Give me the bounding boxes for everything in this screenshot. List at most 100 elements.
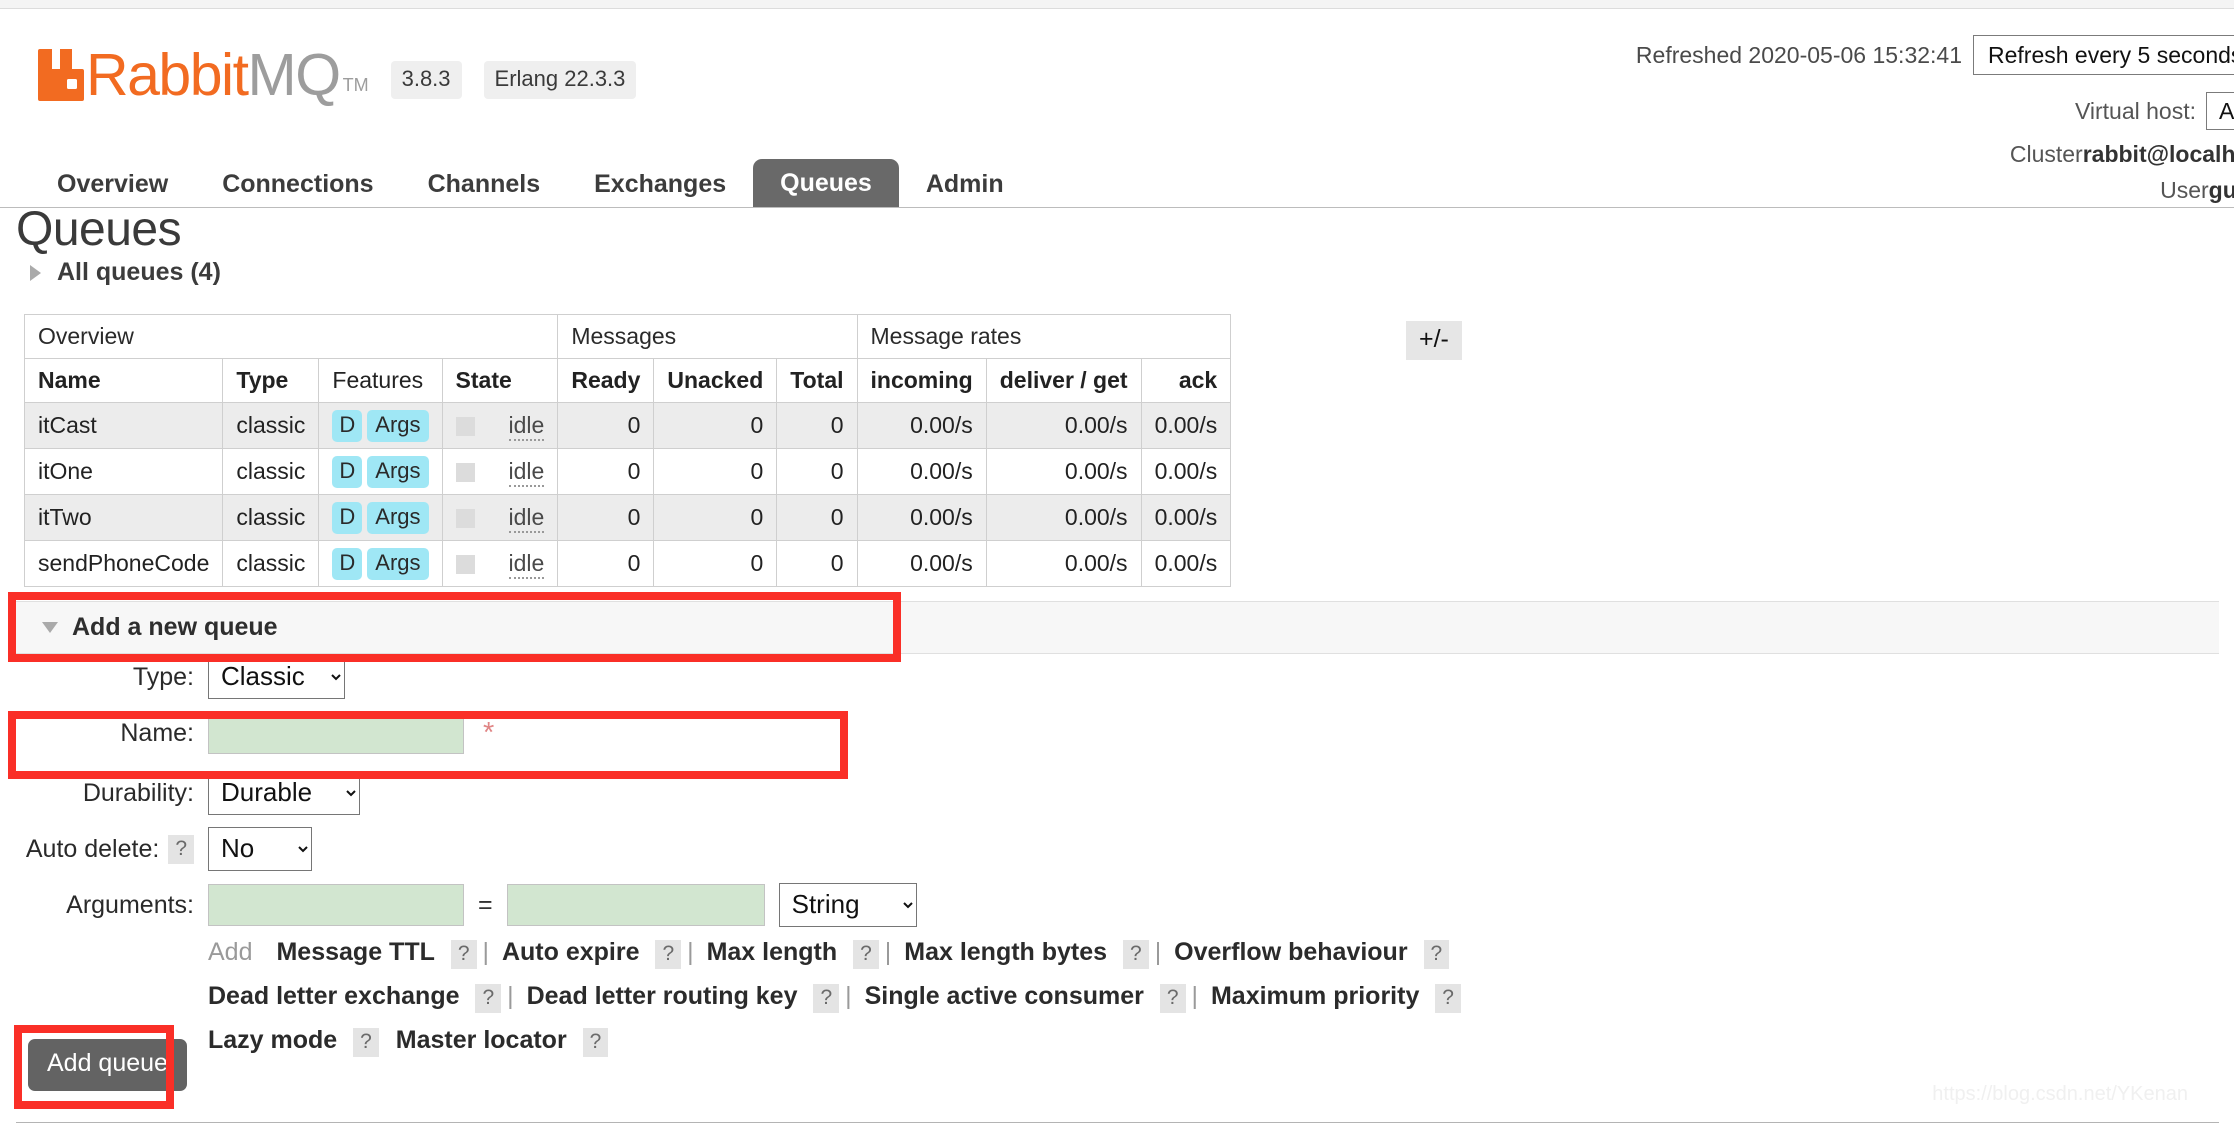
group-header-messages: Messages: [557, 314, 858, 359]
footer-divider: [16, 1122, 2219, 1123]
preset-message-ttl-help[interactable]: ?: [450, 940, 477, 969]
queue-incoming: 0.00/s: [856, 494, 987, 541]
form-row-name: Name: *: [0, 710, 2234, 756]
preset-overflow-behaviour-help[interactable]: ?: [1423, 940, 1450, 969]
column-toggle-button[interactable]: +/-: [1406, 321, 1462, 360]
state-label: idle: [508, 458, 545, 487]
form-row-autodelete: Auto delete: ? No: [0, 826, 2234, 872]
col-ack[interactable]: ack: [1140, 358, 1232, 403]
logo-text-rabbit: Rabbit: [86, 42, 249, 108]
refresh-interval-select[interactable]: Refresh every 5 seconds: [1973, 35, 2234, 75]
queue-deliver-get: 0.00/s: [985, 540, 1142, 587]
col-type[interactable]: Type: [222, 358, 320, 403]
col-deliver-get[interactable]: deliver / get: [985, 358, 1142, 403]
autodelete-label: Auto delete: ?: [0, 834, 208, 864]
chevron-down-icon: [42, 622, 58, 633]
preset-max-length-bytes-help[interactable]: ?: [1123, 940, 1149, 969]
queue-name[interactable]: itCast: [23, 402, 224, 449]
queues-table: Overview Messages Message rates Name Typ…: [23, 314, 1232, 587]
vhost-row: Virtual host: All: [1636, 92, 2234, 130]
queue-name[interactable]: itTwo: [23, 494, 224, 541]
logo-text-mq: MQ: [247, 42, 342, 108]
preset-max-length[interactable]: Max length: [707, 938, 838, 966]
name-label: Name:: [120, 718, 194, 747]
tab-connections[interactable]: Connections: [195, 162, 400, 207]
tab-overview[interactable]: Overview: [30, 162, 195, 207]
table-group-header-row: Overview Messages Message rates: [23, 314, 1232, 359]
queue-unacked: 0: [653, 494, 778, 541]
argument-value-input[interactable]: [506, 884, 765, 926]
queue-state: idle: [441, 494, 559, 541]
queue-ready: 0: [557, 494, 655, 541]
argument-type-select[interactable]: String: [778, 883, 917, 927]
queue-state: idle: [441, 540, 559, 587]
preset-dead-letter-exchange[interactable]: Dead letter exchange: [208, 982, 460, 1010]
queue-name-input[interactable]: [208, 712, 464, 754]
col-name[interactable]: Name: [23, 358, 224, 403]
preset-lazy-mode-help[interactable]: ?: [353, 1028, 379, 1057]
args-badge: Args: [367, 455, 429, 488]
table-column-header-row: Name Type Features State Ready Unacked T…: [23, 358, 1232, 403]
all-queues-toggle[interactable]: All queues (4): [30, 258, 221, 287]
version-badge: 3.8.3: [390, 61, 462, 99]
preset-dead-letter-routing-key-help[interactable]: ?: [813, 984, 840, 1013]
add-queue-button[interactable]: Add queue: [28, 1039, 187, 1091]
page-title: Queues: [16, 203, 182, 256]
form-row-arguments: Arguments: = String: [0, 882, 2234, 928]
preset-max-length-help[interactable]: ?: [853, 940, 879, 969]
col-total[interactable]: Total: [776, 358, 858, 403]
preset-maximum-priority-help[interactable]: ?: [1435, 984, 1461, 1013]
preset-single-active-consumer-help[interactable]: ?: [1159, 984, 1186, 1013]
tab-admin[interactable]: Admin: [899, 162, 1031, 207]
queue-name[interactable]: itOne: [23, 448, 224, 495]
queue-ready: 0: [557, 402, 655, 449]
state-indicator-icon: [455, 509, 475, 529]
col-unacked[interactable]: Unacked: [653, 358, 778, 403]
tab-channels[interactable]: Channels: [401, 162, 568, 207]
refresh-row: Refreshed 2020-05-06 15:32:41 Refresh ev…: [1636, 35, 2234, 75]
queue-type-select[interactable]: Classic: [208, 655, 345, 699]
argument-equals-sign: =: [478, 890, 493, 919]
col-state[interactable]: State: [441, 358, 559, 403]
rabbitmq-logo[interactable]: Rabbit MQ TM 3.8.3 Erlang 22.3.3: [38, 42, 637, 108]
preset-master-locator[interactable]: Master locator: [396, 1026, 567, 1054]
preset-dead-letter-exchange-help[interactable]: ?: [475, 984, 502, 1013]
queue-ack: 0.00/s: [1140, 540, 1232, 587]
args-badge: Args: [367, 547, 429, 580]
preset-message-ttl[interactable]: Message TTL: [276, 938, 434, 966]
preset-max-length-bytes[interactable]: Max length bytes: [904, 938, 1107, 966]
queue-state: idle: [441, 448, 559, 495]
type-label: Type:: [132, 662, 194, 691]
preset-maximum-priority[interactable]: Maximum priority: [1211, 982, 1419, 1010]
preset-auto-expire[interactable]: Auto expire: [502, 938, 640, 966]
queue-incoming: 0.00/s: [856, 540, 987, 587]
preset-separator: |: [845, 982, 852, 1010]
col-ready[interactable]: Ready: [557, 358, 655, 403]
queue-name[interactable]: sendPhoneCode: [23, 540, 224, 587]
add-queue-section-header[interactable]: Add a new queue: [16, 601, 2219, 654]
preset-dead-letter-routing-key[interactable]: Dead letter routing key: [527, 982, 798, 1010]
trademark-symbol: TM: [342, 75, 369, 95]
preset-lazy-mode[interactable]: Lazy mode: [208, 1026, 337, 1054]
preset-master-locator-help[interactable]: ?: [582, 1028, 609, 1057]
main-navigation: Overview Connections Channels Exchanges …: [0, 150, 2234, 208]
autodelete-select[interactable]: No: [208, 827, 312, 871]
col-incoming[interactable]: incoming: [856, 358, 987, 403]
preset-separator: |: [482, 938, 490, 966]
state-label: idle: [508, 412, 545, 441]
queue-ready: 0: [557, 540, 655, 587]
durability-select[interactable]: Durable: [208, 771, 360, 815]
state-indicator-icon: [455, 417, 475, 437]
preset-single-active-consumer[interactable]: Single active consumer: [865, 982, 1144, 1010]
preset-auto-expire-help[interactable]: ?: [655, 940, 682, 969]
queue-total: 0: [776, 540, 858, 587]
vhost-label: Virtual host:: [2074, 97, 2196, 124]
vhost-select[interactable]: All: [2206, 92, 2234, 130]
argument-key-input[interactable]: [208, 884, 464, 926]
tab-queues[interactable]: Queues: [753, 159, 899, 207]
preset-overflow-behaviour[interactable]: Overflow behaviour: [1174, 938, 1407, 966]
table-row: itTwo classic D Args idle 0 0 0 0.00/s 0.…: [23, 494, 1232, 541]
form-row-durability: Durability: Durable: [0, 770, 2234, 816]
tab-exchanges[interactable]: Exchanges: [567, 162, 753, 207]
autodelete-help-icon[interactable]: ?: [168, 834, 194, 864]
